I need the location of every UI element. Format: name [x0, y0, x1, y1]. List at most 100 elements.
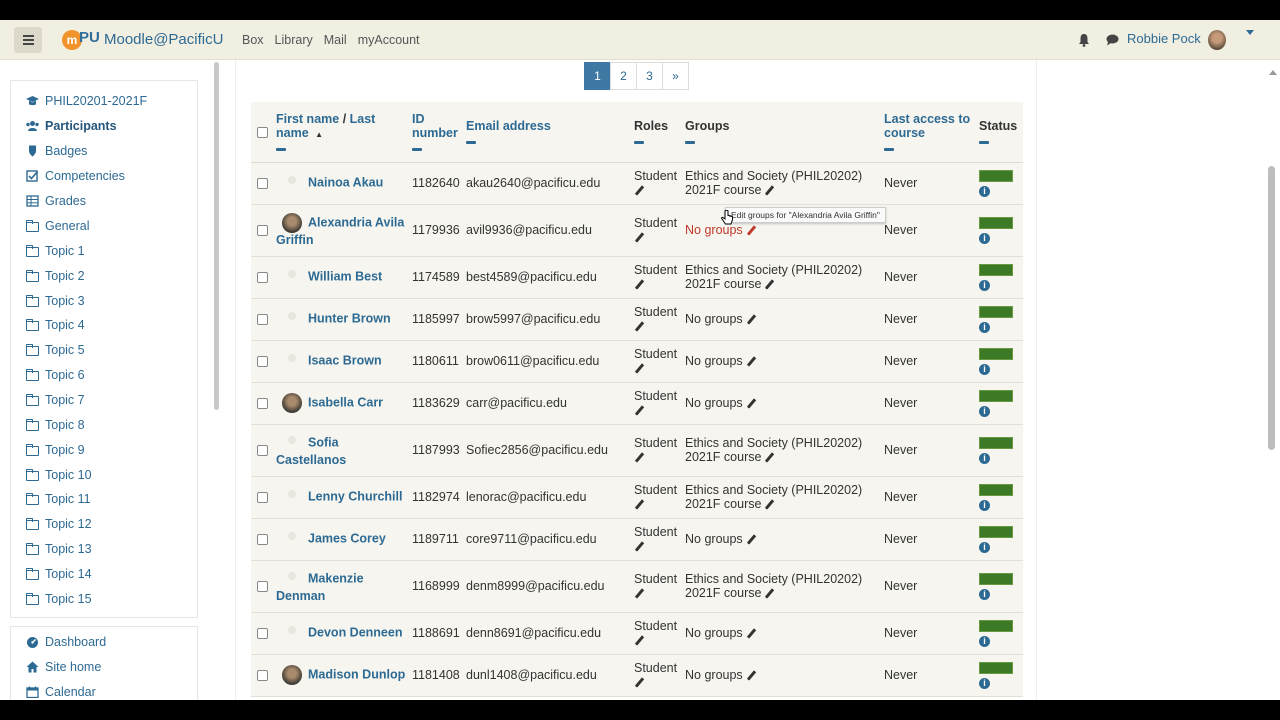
avatar[interactable]: [282, 569, 302, 589]
edit-roles-pencil-icon[interactable]: [634, 233, 644, 243]
info-icon[interactable]: i: [979, 588, 990, 600]
edit-groups-pencil-icon[interactable]: [746, 357, 756, 367]
avatar[interactable]: [282, 213, 302, 233]
user-menu-name[interactable]: Robbie Pock: [1127, 31, 1201, 46]
avatar[interactable]: [282, 351, 302, 371]
participant-name-link[interactable]: Isabella Carr: [308, 395, 383, 409]
edit-groups-pencil-icon[interactable]: [764, 589, 774, 599]
edit-roles-pencil-icon[interactable]: [634, 280, 644, 290]
nav-topic-1[interactable]: Topic 1: [26, 244, 85, 258]
edit-roles-pencil-icon[interactable]: [634, 186, 644, 196]
nav-dashboard[interactable]: Dashboard: [26, 635, 106, 649]
hide-column-icon[interactable]: [884, 148, 894, 152]
participant-name-link[interactable]: Devon Denneen: [308, 625, 402, 639]
info-icon[interactable]: i: [979, 677, 990, 689]
bell-icon[interactable]: [1078, 33, 1090, 47]
nav-topic-12[interactable]: Topic 12: [26, 517, 92, 531]
nav-link-mail[interactable]: Mail: [324, 33, 347, 47]
row-select-checkbox[interactable]: [257, 628, 268, 640]
nav-site-home[interactable]: Site home: [26, 660, 101, 674]
participant-name-link[interactable]: William Best: [308, 269, 382, 283]
participant-name-link[interactable]: Lenny Churchill: [308, 489, 402, 503]
nav-topic-3[interactable]: Topic 3: [26, 294, 85, 308]
edit-groups-pencil-icon[interactable]: [764, 280, 774, 290]
scroll-up-icon[interactable]: [1269, 70, 1277, 75]
edit-groups-pencil-icon[interactable]: [764, 500, 774, 510]
info-icon[interactable]: i: [979, 452, 990, 464]
edit-roles-pencil-icon[interactable]: [634, 453, 644, 463]
participant-name-link[interactable]: Hunter Brown: [308, 311, 391, 325]
page-3-button[interactable]: 3: [636, 62, 663, 90]
edit-groups-pencil-icon[interactable]: [746, 399, 756, 409]
page-scrollbar[interactable]: [1268, 166, 1275, 450]
nav-section-general[interactable]: General: [26, 219, 89, 233]
row-select-checkbox[interactable]: [257, 398, 268, 410]
row-select-checkbox[interactable]: [257, 314, 268, 326]
nav-topic-5[interactable]: Topic 5: [26, 343, 85, 357]
nav-calendar[interactable]: Calendar: [26, 685, 96, 699]
nav-topic-14[interactable]: Topic 14: [26, 567, 92, 581]
info-icon[interactable]: i: [979, 499, 990, 511]
info-icon[interactable]: i: [979, 232, 990, 244]
participant-name-link[interactable]: James Corey: [308, 531, 386, 545]
nav-topic-10[interactable]: Topic 10: [26, 468, 92, 482]
row-select-checkbox[interactable]: [257, 670, 268, 682]
sort-id-number[interactable]: ID number: [412, 112, 458, 140]
row-select-checkbox[interactable]: [257, 272, 268, 284]
info-icon[interactable]: i: [979, 541, 990, 553]
nav-badges[interactable]: Badges: [26, 144, 87, 158]
user-avatar[interactable]: [1208, 30, 1226, 50]
avatar[interactable]: [282, 433, 302, 453]
sort-last-access[interactable]: Last access to course: [884, 112, 970, 140]
nav-topic-2[interactable]: Topic 2: [26, 269, 85, 283]
participant-name-link[interactable]: Madison Dunlop: [308, 667, 405, 681]
edit-roles-pencil-icon[interactable]: [634, 364, 644, 374]
avatar[interactable]: [282, 393, 302, 413]
hide-column-icon[interactable]: [276, 148, 286, 152]
select-all-checkbox[interactable]: [257, 126, 268, 138]
nav-topic-9[interactable]: Topic 9: [26, 443, 85, 457]
hide-column-icon[interactable]: [634, 141, 644, 145]
info-icon[interactable]: i: [979, 635, 990, 647]
participant-name-link[interactable]: Nainoa Akau: [308, 175, 383, 189]
nav-topic-8[interactable]: Topic 8: [26, 418, 85, 432]
nav-topic-6[interactable]: Topic 6: [26, 368, 85, 382]
avatar[interactable]: [282, 623, 302, 643]
edit-groups-pencil-icon[interactable]: [746, 671, 756, 681]
avatar[interactable]: [282, 173, 302, 193]
hide-column-icon[interactable]: [685, 141, 695, 145]
edit-groups-pencil-icon[interactable]: [746, 226, 756, 236]
avatar[interactable]: [282, 267, 302, 287]
info-icon[interactable]: i: [979, 363, 990, 375]
hide-column-icon[interactable]: [412, 148, 422, 152]
nav-competencies[interactable]: Competencies: [26, 169, 125, 183]
site-name[interactable]: Moodle@PacificU: [104, 31, 223, 48]
edit-roles-pencil-icon[interactable]: [634, 322, 644, 332]
sort-first-name[interactable]: First name: [276, 112, 339, 126]
site-logo-link[interactable]: m PU Moodle@PacificU: [62, 29, 223, 51]
edit-groups-pencil-icon[interactable]: [764, 186, 774, 196]
nav-course-home[interactable]: PHIL20201-2021F: [26, 94, 147, 108]
chevron-down-icon[interactable]: [1246, 30, 1254, 35]
nav-link-myaccount[interactable]: myAccount: [358, 33, 420, 47]
row-select-checkbox[interactable]: [257, 534, 268, 546]
edit-roles-pencil-icon[interactable]: [634, 678, 644, 688]
avatar[interactable]: [282, 487, 302, 507]
edit-roles-pencil-icon[interactable]: [634, 589, 644, 599]
info-icon[interactable]: i: [979, 405, 990, 417]
row-select-checkbox[interactable]: [257, 225, 268, 237]
edit-groups-pencil-icon[interactable]: [746, 629, 756, 639]
nav-grades[interactable]: Grades: [26, 194, 86, 208]
edit-groups-pencil-icon[interactable]: [746, 535, 756, 545]
avatar[interactable]: [282, 665, 302, 685]
avatar[interactable]: [282, 529, 302, 549]
sort-email[interactable]: Email address: [466, 119, 551, 133]
edit-groups-pencil-icon[interactable]: [746, 315, 756, 325]
row-select-checkbox[interactable]: [257, 445, 268, 457]
nav-topic-13[interactable]: Topic 13: [26, 542, 92, 556]
participant-name-link[interactable]: Isaac Brown: [308, 353, 382, 367]
info-icon[interactable]: i: [979, 321, 990, 333]
nav-topic-4[interactable]: Topic 4: [26, 318, 85, 332]
info-icon[interactable]: i: [979, 185, 990, 197]
next-page-button[interactable]: »: [662, 62, 689, 90]
